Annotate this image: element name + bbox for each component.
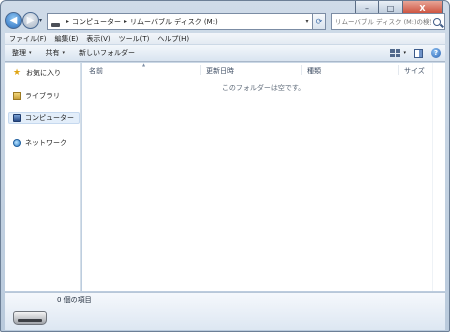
help-icon[interactable]: ? <box>431 48 441 58</box>
column-header-modified[interactable]: 更新日時 <box>206 66 234 76</box>
new-folder-button[interactable]: 新しいフォルダー <box>72 48 142 58</box>
sidebar-item-label: ライブラリ <box>25 92 60 100</box>
sidebar-item-label: ネットワーク <box>25 139 67 147</box>
sidebar-item-label: コンピューター <box>25 114 74 122</box>
menu-file[interactable]: ファイル(F) <box>5 34 51 44</box>
navigation-pane: ★ お気に入り ライブラリ コンピューター ネットワーク <box>5 63 81 291</box>
menu-view[interactable]: 表示(V) <box>82 34 114 44</box>
chevron-down-icon: ▾ <box>62 50 66 56</box>
share-label: 共有 <box>45 49 60 57</box>
sidebar-item-libraries[interactable]: ライブラリ <box>9 90 60 102</box>
chevron-down-icon: ▾ <box>29 50 32 56</box>
search-icon[interactable] <box>433 17 441 26</box>
column-divider[interactable] <box>301 65 302 75</box>
organize-button[interactable]: 整理 ▾ <box>5 48 39 58</box>
change-view-icon[interactable] <box>390 49 401 57</box>
column-divider[interactable] <box>398 65 399 75</box>
search-input[interactable] <box>335 17 431 26</box>
column-header-type[interactable]: 種類 <box>307 66 321 76</box>
back-button[interactable]: ◀ <box>5 12 22 29</box>
column-divider[interactable] <box>200 65 201 75</box>
refresh-button[interactable]: ⟳ <box>313 13 326 30</box>
sidebar-item-network[interactable]: ネットワーク <box>9 137 67 149</box>
view-options-dropdown[interactable]: ▾ <box>403 50 406 56</box>
star-icon: ★ <box>13 68 22 78</box>
address-bar[interactable]: ▸ コンピューター ▸ リムーバブル ディスク (M:) ▾ <box>47 13 313 30</box>
view-controls: ▾ ? <box>390 48 445 58</box>
file-list[interactable]: 名前 ▲ 更新日時 種類 サイズ このフォルダーは空です。 <box>82 62 445 291</box>
sort-ascending-icon: ▲ <box>142 62 146 67</box>
menu-bar: ファイル(F) 編集(E) 表示(V) ツール(T) ヘルプ(H) <box>5 33 445 44</box>
breadcrumb-computer[interactable]: コンピューター <box>72 17 121 27</box>
menu-edit[interactable]: 編集(E) <box>51 34 83 44</box>
menu-tools[interactable]: ツール(T) <box>115 34 154 44</box>
breadcrumb-removable-disk[interactable]: リムーバブル ディスク (M:) <box>130 17 218 27</box>
share-button[interactable]: 共有 ▾ <box>39 48 73 58</box>
column-guide <box>432 63 433 291</box>
search-box[interactable] <box>331 13 445 30</box>
refresh-icon: ⟳ <box>315 17 323 26</box>
forward-button[interactable]: ▶ <box>22 12 39 29</box>
organize-label: 整理 <box>12 49 26 57</box>
column-header-name[interactable]: 名前 <box>89 66 103 76</box>
empty-folder-message: このフォルダーは空です。 <box>221 84 306 92</box>
details-pane: 0 個の項目 <box>5 292 445 330</box>
item-count: 0 個の項目 <box>57 296 92 304</box>
drive-icon <box>51 22 60 27</box>
breadcrumb-separator[interactable]: ▸ <box>124 18 127 25</box>
network-icon <box>13 139 21 147</box>
preview-pane-icon[interactable] <box>414 48 423 58</box>
menu-help[interactable]: ヘルプ(H) <box>153 34 193 44</box>
sidebar-item-computer[interactable]: コンピューター <box>8 112 80 124</box>
explorer-window: – □ X ◀ ▶ ▾ ▸ コンピューター ▸ リムーバブル ディスク (M:)… <box>0 0 450 332</box>
sidebar-item-label: お気に入り <box>26 69 61 77</box>
column-header-size[interactable]: サイズ <box>404 66 425 76</box>
recent-pages-dropdown[interactable]: ▾ <box>39 17 42 24</box>
removable-drive-icon <box>13 311 47 325</box>
breadcrumb-separator[interactable]: ▸ <box>66 18 69 25</box>
address-dropdown-button[interactable]: ▾ <box>302 18 312 25</box>
sidebar-item-favorites[interactable]: ★ お気に入り <box>9 67 61 79</box>
new-folder-label: 新しいフォルダー <box>79 49 136 57</box>
command-bar: 整理 ▾ 共有 ▾ 新しいフォルダー ▾ ? <box>5 45 445 62</box>
library-icon <box>13 92 21 100</box>
computer-icon <box>13 114 21 122</box>
